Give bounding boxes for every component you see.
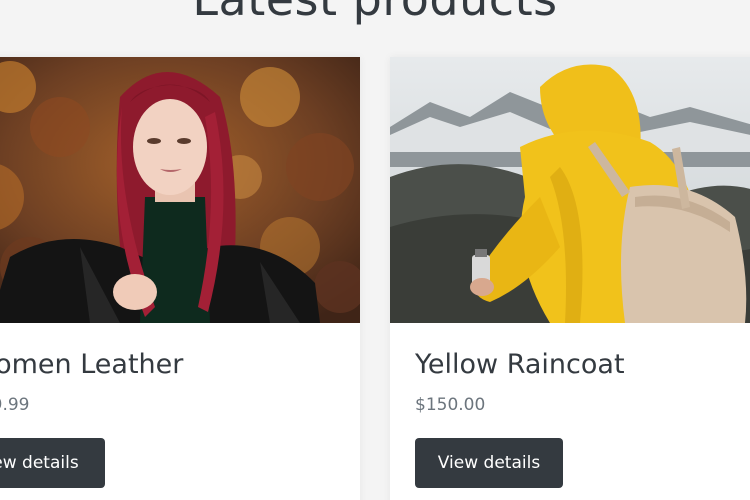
- product-price: $49.99: [0, 395, 30, 415]
- card-body: Women Leather $49.99 View details: [0, 323, 360, 500]
- product-name: Yellow Raincoat: [415, 349, 625, 380]
- products-page: Latest products: [0, 0, 750, 500]
- product-name: Women Leather: [0, 349, 184, 380]
- section-title: Latest products: [0, 0, 750, 26]
- product-card: Yellow Raincoat $150.00 View details: [390, 57, 750, 500]
- product-image[interactable]: [0, 57, 360, 323]
- product-photo-yellow-raincoat: [390, 57, 750, 323]
- product-price: $150.00: [415, 395, 486, 415]
- product-image[interactable]: [390, 57, 750, 323]
- view-details-button[interactable]: View details: [0, 438, 105, 488]
- product-card: Women Leather $49.99 View details: [0, 57, 360, 500]
- product-photo-women-leather: [0, 57, 360, 323]
- card-body: Yellow Raincoat $150.00 View details: [390, 323, 750, 500]
- view-details-button[interactable]: View details: [415, 438, 563, 488]
